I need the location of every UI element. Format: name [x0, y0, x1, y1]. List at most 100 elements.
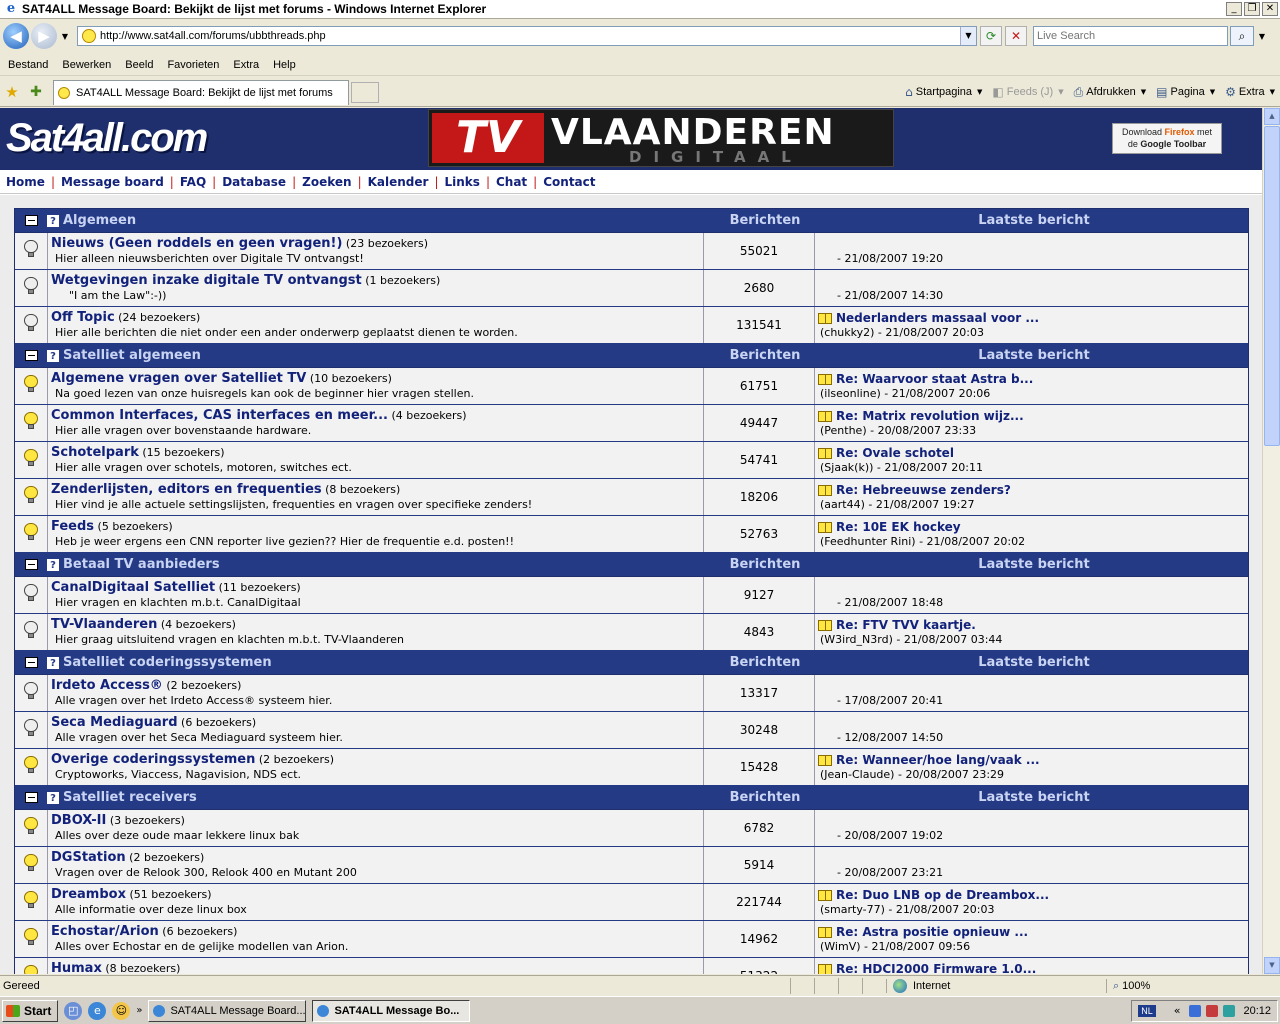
- help-icon[interactable]: ?: [47, 349, 59, 362]
- taskbar-item-active[interactable]: SAT4ALL Message Bo...: [312, 999, 471, 1022]
- new-tab-button[interactable]: [351, 81, 379, 103]
- forum-name-link[interactable]: Feeds: [51, 519, 94, 534]
- last-post-link[interactable]: Re: HDCI2000 Firmware 1.0...: [836, 962, 1036, 974]
- forum-name-link[interactable]: CanalDigitaal Satelliet: [51, 580, 215, 595]
- site-logo[interactable]: Sat4all.com: [6, 116, 208, 161]
- tray-app-icon[interactable]: [1189, 1004, 1202, 1017]
- tray-app-icon[interactable]: [1223, 1004, 1236, 1017]
- nav-link-zoeken[interactable]: Zoeken: [302, 175, 351, 189]
- recent-pages-chevron-down-icon[interactable]: ▼: [59, 32, 71, 41]
- forum-name-link[interactable]: Seca Mediaguard: [51, 715, 178, 730]
- menu-help[interactable]: Help: [266, 59, 303, 71]
- tools-chevron-down-icon[interactable]: ▼: [1270, 88, 1275, 96]
- nav-link-kalender[interactable]: Kalender: [368, 175, 429, 189]
- menu-favorites[interactable]: Favorieten: [160, 59, 226, 71]
- menu-tools[interactable]: Extra: [226, 59, 266, 71]
- collapse-icon[interactable]: [25, 215, 38, 226]
- forum-name-link[interactable]: Dreambox: [51, 887, 126, 902]
- category-name[interactable]: Satelliet algemeen: [63, 348, 703, 363]
- last-post-link[interactable]: Re: Ovale schotel: [836, 446, 954, 460]
- quicklaunch-desktop-icon[interactable]: ◰: [64, 1001, 83, 1020]
- forum-name-link[interactable]: Echostar/Arion: [51, 924, 159, 939]
- address-dropdown-chevron-down-icon[interactable]: ▼: [960, 27, 976, 45]
- search-input[interactable]: [1034, 30, 1227, 42]
- favorites-star-icon[interactable]: ★: [3, 83, 21, 101]
- category-name[interactable]: Betaal TV aanbieders: [63, 557, 703, 572]
- page-menu-button[interactable]: ▤ Pagina ▼: [1151, 85, 1220, 99]
- nav-link-home[interactable]: Home: [6, 175, 45, 189]
- page-chevron-down-icon[interactable]: ▼: [1210, 88, 1215, 96]
- quicklaunch-ie-icon[interactable]: e: [88, 1001, 107, 1020]
- collapse-icon[interactable]: [25, 559, 38, 570]
- category-name[interactable]: Satelliet coderingssystemen: [63, 655, 703, 670]
- quicklaunch-more-icon[interactable]: »: [136, 1005, 142, 1016]
- nav-link-contact[interactable]: Contact: [543, 175, 595, 189]
- last-post-link[interactable]: Re: 10E EK hockey: [836, 520, 961, 534]
- quicklaunch-messenger-icon[interactable]: ☺: [112, 1001, 131, 1020]
- forum-name-link[interactable]: Off Topic: [51, 310, 115, 325]
- feeds-chevron-down-icon[interactable]: ▼: [1058, 88, 1063, 96]
- zoom-control[interactable]: ⌕ 100%: [1106, 978, 1150, 993]
- help-icon[interactable]: ?: [47, 558, 59, 571]
- forum-name-link[interactable]: Overige coderingssystemen: [51, 752, 255, 767]
- forum-name-link[interactable]: Humax: [51, 961, 102, 974]
- feeds-button[interactable]: ◧ Feeds (J) ▼: [987, 85, 1068, 99]
- nav-link-message-board[interactable]: Message board: [61, 175, 164, 189]
- last-post-link[interactable]: Re: Duo LNB op de Dreambox...: [836, 888, 1049, 902]
- nav-link-chat[interactable]: Chat: [496, 175, 527, 189]
- last-post-link[interactable]: Re: Astra positie opnieuw ...: [836, 925, 1028, 939]
- forum-name-link[interactable]: Zenderlijsten, editors en frequenties: [51, 482, 322, 497]
- scroll-down-icon[interactable]: ▼: [1264, 957, 1280, 974]
- language-indicator[interactable]: NL: [1138, 1004, 1156, 1017]
- print-chevron-down-icon[interactable]: ▼: [1141, 88, 1146, 96]
- forum-name-link[interactable]: Common Interfaces, CAS interfaces en mee…: [51, 408, 388, 423]
- nav-link-links[interactable]: Links: [445, 175, 480, 189]
- address-url[interactable]: http://www.sat4all.com/forums/ubbthreads…: [100, 30, 960, 42]
- tray-app-icon[interactable]: [1206, 1004, 1219, 1017]
- forum-name-link[interactable]: DGStation: [51, 850, 126, 865]
- forum-name-link[interactable]: Wetgevingen inzake digitale TV ontvangst: [51, 273, 362, 288]
- scrollbar-thumb[interactable]: [1264, 126, 1280, 446]
- stop-icon[interactable]: ✕: [1005, 26, 1027, 46]
- forum-name-link[interactable]: Irdeto Access®: [51, 678, 163, 693]
- add-favorites-icon[interactable]: ✚: [27, 84, 45, 100]
- scroll-up-icon[interactable]: ▲: [1264, 108, 1280, 125]
- forum-name-link[interactable]: TV-Vlaanderen: [51, 617, 157, 632]
- category-name[interactable]: Algemeen: [63, 213, 703, 228]
- help-icon[interactable]: ?: [47, 656, 59, 669]
- back-icon[interactable]: ◀: [3, 23, 29, 49]
- restore-icon[interactable]: ❐: [1244, 2, 1260, 16]
- vertical-scrollbar[interactable]: ▲ ▼: [1262, 108, 1280, 974]
- refresh-icon[interactable]: ⟳: [980, 26, 1002, 46]
- print-button[interactable]: ⎙ Afdrukken ▼: [1069, 85, 1152, 100]
- firefox-ad[interactable]: Download Firefox met de Google Toolbar: [1112, 123, 1222, 154]
- forum-name-link[interactable]: Schotelpark: [51, 445, 139, 460]
- last-post-link[interactable]: Re: Waarvoor staat Astra b...: [836, 372, 1033, 386]
- tv-vlaanderen-banner[interactable]: TV VLAANDEREN DIGITAAL: [428, 109, 894, 167]
- menu-view[interactable]: Beeld: [118, 59, 160, 71]
- forward-icon[interactable]: ▶: [31, 23, 57, 49]
- address-field[interactable]: http://www.sat4all.com/forums/ubbthreads…: [77, 26, 977, 46]
- security-zone[interactable]: Internet: [886, 978, 1106, 993]
- menu-edit[interactable]: Bewerken: [55, 59, 118, 71]
- help-icon[interactable]: ?: [47, 791, 59, 804]
- taskbar-item[interactable]: SAT4ALL Message Board...: [148, 999, 307, 1022]
- minimize-icon[interactable]: _: [1226, 2, 1242, 16]
- last-post-link[interactable]: Re: FTV TVV kaartje.: [836, 618, 976, 632]
- search-icon[interactable]: ⌕: [1230, 26, 1254, 46]
- nav-link-faq[interactable]: FAQ: [180, 175, 206, 189]
- popup-blocker-icon[interactable]: [838, 977, 862, 994]
- collapse-icon[interactable]: [25, 792, 38, 803]
- close-icon[interactable]: ✕: [1262, 2, 1278, 16]
- menu-file[interactable]: Bestand: [1, 59, 55, 71]
- home-chevron-down-icon[interactable]: ▼: [977, 88, 982, 96]
- start-button[interactable]: Start: [2, 999, 59, 1022]
- forum-name-link[interactable]: Nieuws (Geen roddels en geen vragen!): [51, 236, 342, 251]
- last-post-link[interactable]: Re: Matrix revolution wijz...: [836, 409, 1024, 423]
- home-button[interactable]: ⌂ Startpagina ▼: [900, 85, 987, 99]
- tools-menu-button[interactable]: ⚙ Extra ▼: [1220, 85, 1280, 99]
- forum-name-link[interactable]: DBOX-II: [51, 813, 106, 828]
- last-post-link[interactable]: Re: Hebreeuwse zenders?: [836, 483, 1011, 497]
- collapse-icon[interactable]: [25, 657, 38, 668]
- search-options-chevron-down-icon[interactable]: ▼: [1256, 32, 1268, 41]
